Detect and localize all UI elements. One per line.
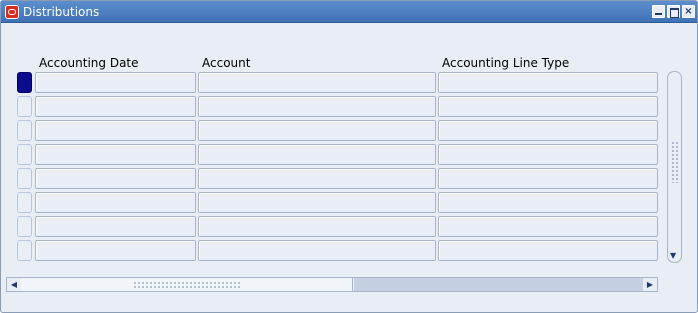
- cell-accounting-line-type[interactable]: [438, 216, 658, 237]
- window-title: Distributions: [23, 5, 100, 19]
- row-selector[interactable]: [17, 72, 32, 93]
- oracle-icon: [5, 5, 19, 19]
- right-arrow-icon[interactable]: ▶: [644, 278, 656, 291]
- cell-account[interactable]: [198, 168, 436, 189]
- left-arrow-icon[interactable]: ◀: [8, 278, 20, 291]
- row-selector[interactable]: [17, 168, 32, 189]
- column-header-accounting-line-type: Accounting Line Type: [442, 56, 570, 70]
- cell-accounting-date[interactable]: [35, 240, 196, 261]
- cell-accounting-line-type[interactable]: [438, 96, 658, 117]
- row-selector[interactable]: [17, 216, 32, 237]
- maximize-button[interactable]: [667, 5, 680, 18]
- cell-accounting-date[interactable]: [35, 120, 196, 141]
- close-button[interactable]: ×: [682, 5, 695, 18]
- cell-account[interactable]: [198, 72, 436, 93]
- cell-accounting-date[interactable]: [35, 216, 196, 237]
- cell-account[interactable]: [198, 192, 436, 213]
- cell-accounting-date[interactable]: [35, 96, 196, 117]
- cell-account[interactable]: [198, 144, 436, 165]
- cell-accounting-date[interactable]: [35, 72, 196, 93]
- row-selector[interactable]: [17, 144, 32, 165]
- cell-account[interactable]: [198, 120, 436, 141]
- row-selector[interactable]: [17, 240, 32, 261]
- cell-accounting-line-type[interactable]: [438, 168, 658, 189]
- row-selector[interactable]: [17, 120, 32, 141]
- horizontal-scrollbar-track[interactable]: [354, 278, 643, 291]
- title-bar[interactable]: Distributions ×: [1, 1, 697, 23]
- column-header-accounting-date: Accounting Date: [39, 56, 139, 70]
- vertical-scrollbar-grip[interactable]: [671, 141, 679, 183]
- cell-accounting-date[interactable]: [35, 192, 196, 213]
- row-selector[interactable]: [17, 96, 32, 117]
- distributions-window: Distributions × Accounting Date Account …: [0, 0, 698, 313]
- horizontal-scrollbar-grip[interactable]: [133, 281, 241, 288]
- cell-account[interactable]: [198, 96, 436, 117]
- cell-account[interactable]: [198, 240, 436, 261]
- cell-accounting-line-type[interactable]: [438, 192, 658, 213]
- cell-account[interactable]: [198, 216, 436, 237]
- row-selector[interactable]: [17, 192, 32, 213]
- column-header-account: Account: [202, 56, 251, 70]
- cell-accounting-line-type[interactable]: [438, 240, 658, 261]
- down-arrow-icon[interactable]: ▼: [670, 251, 676, 260]
- cell-accounting-date[interactable]: [35, 144, 196, 165]
- minimize-button[interactable]: [652, 5, 665, 18]
- cell-accounting-date[interactable]: [35, 168, 196, 189]
- cell-accounting-line-type[interactable]: [438, 120, 658, 141]
- cell-accounting-line-type[interactable]: [438, 144, 658, 165]
- cell-accounting-line-type[interactable]: [438, 72, 658, 93]
